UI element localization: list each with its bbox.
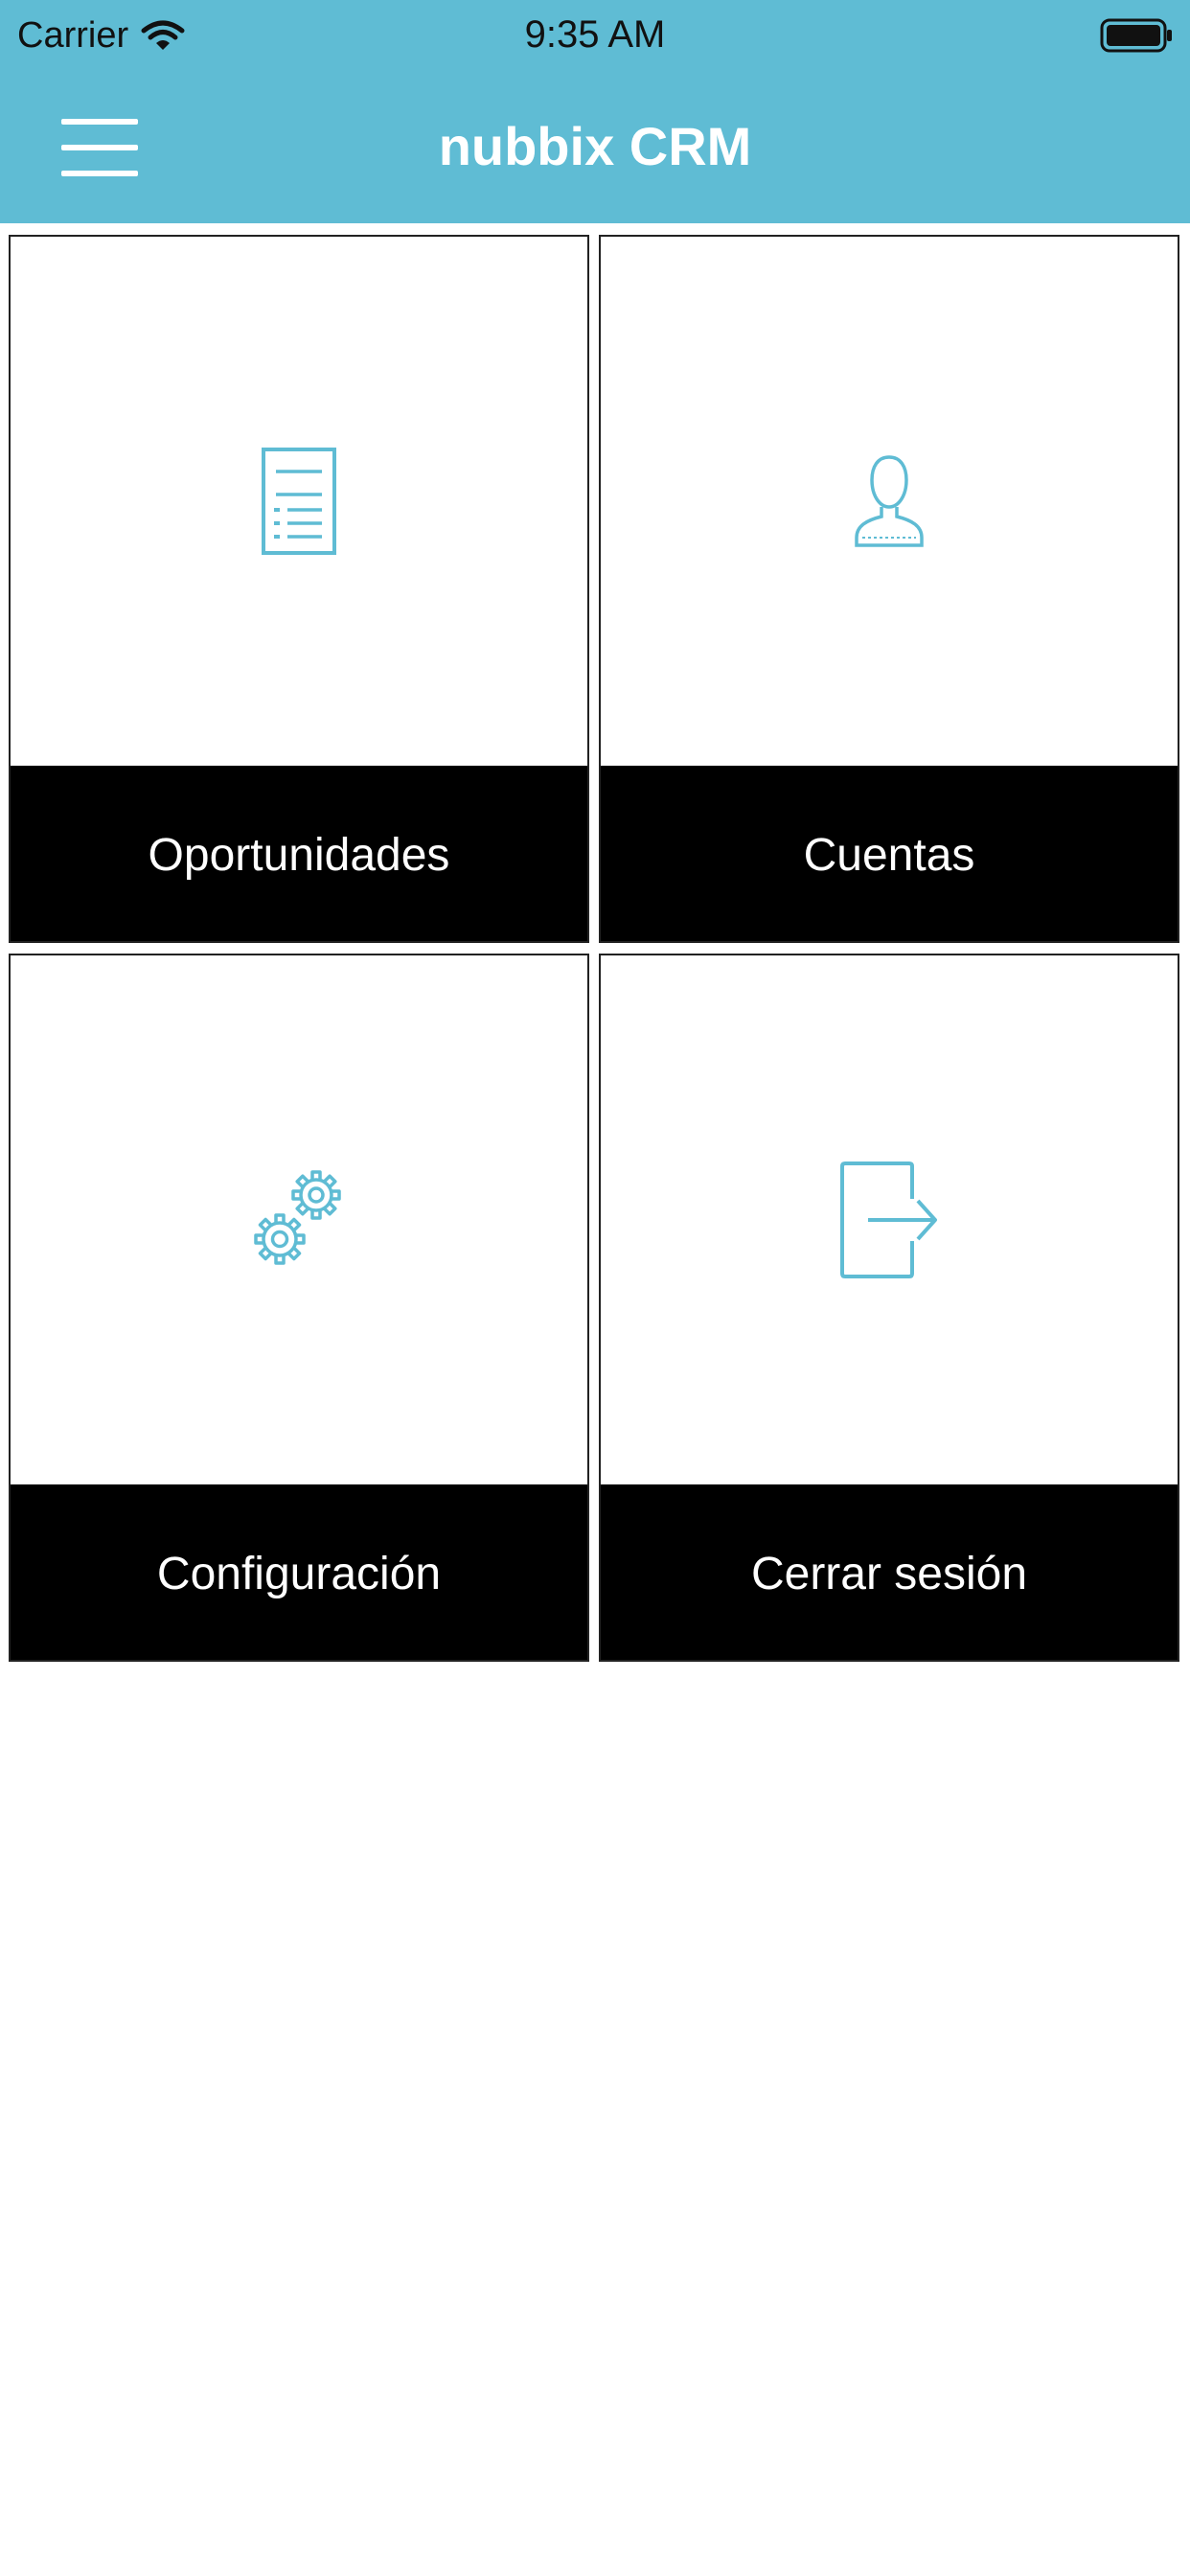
status-bar: Carrier 9:35 AM (0, 0, 1190, 73)
tile-label-cuentas: Cuentas (803, 830, 975, 881)
tile-icon-area (601, 237, 1178, 766)
gears-icon (254, 1170, 341, 1265)
tile-icon-area (601, 955, 1178, 1484)
tile-oportunidades[interactable]: Oportunidades (9, 235, 589, 943)
tile-icon-area (11, 955, 587, 1484)
tile-label-oportunidades: Oportunidades (148, 830, 450, 881)
logout-icon (840, 1162, 937, 1278)
app-header: Carrier 9:35 AM nubbix CRM (0, 0, 1190, 223)
app-title: nubbix CRM (438, 116, 752, 176)
tile-label-bar: Cerrar sesión (601, 1484, 1178, 1660)
tile-configuracion[interactable]: Configuración (9, 954, 589, 1662)
tile-label-cerrar-sesion: Cerrar sesión (750, 1549, 1028, 1599)
tile-label-bar: Cuentas (601, 766, 1178, 941)
tile-cuentas[interactable]: Cuentas (599, 235, 1179, 943)
battery-icon (1100, 18, 1172, 53)
user-icon (855, 455, 924, 547)
tile-icon-area (11, 237, 587, 766)
tile-label-configuracion: Configuración (156, 1549, 442, 1599)
tile-label-bar: Oportunidades (11, 766, 587, 941)
status-time: 9:35 AM (524, 13, 666, 56)
document-list-icon (262, 448, 336, 555)
nav-bar: nubbix CRM (0, 73, 1190, 223)
tile-label-bar: Configuración (11, 1484, 587, 1660)
tile-cerrar-sesion[interactable]: Cerrar sesión (599, 954, 1179, 1662)
